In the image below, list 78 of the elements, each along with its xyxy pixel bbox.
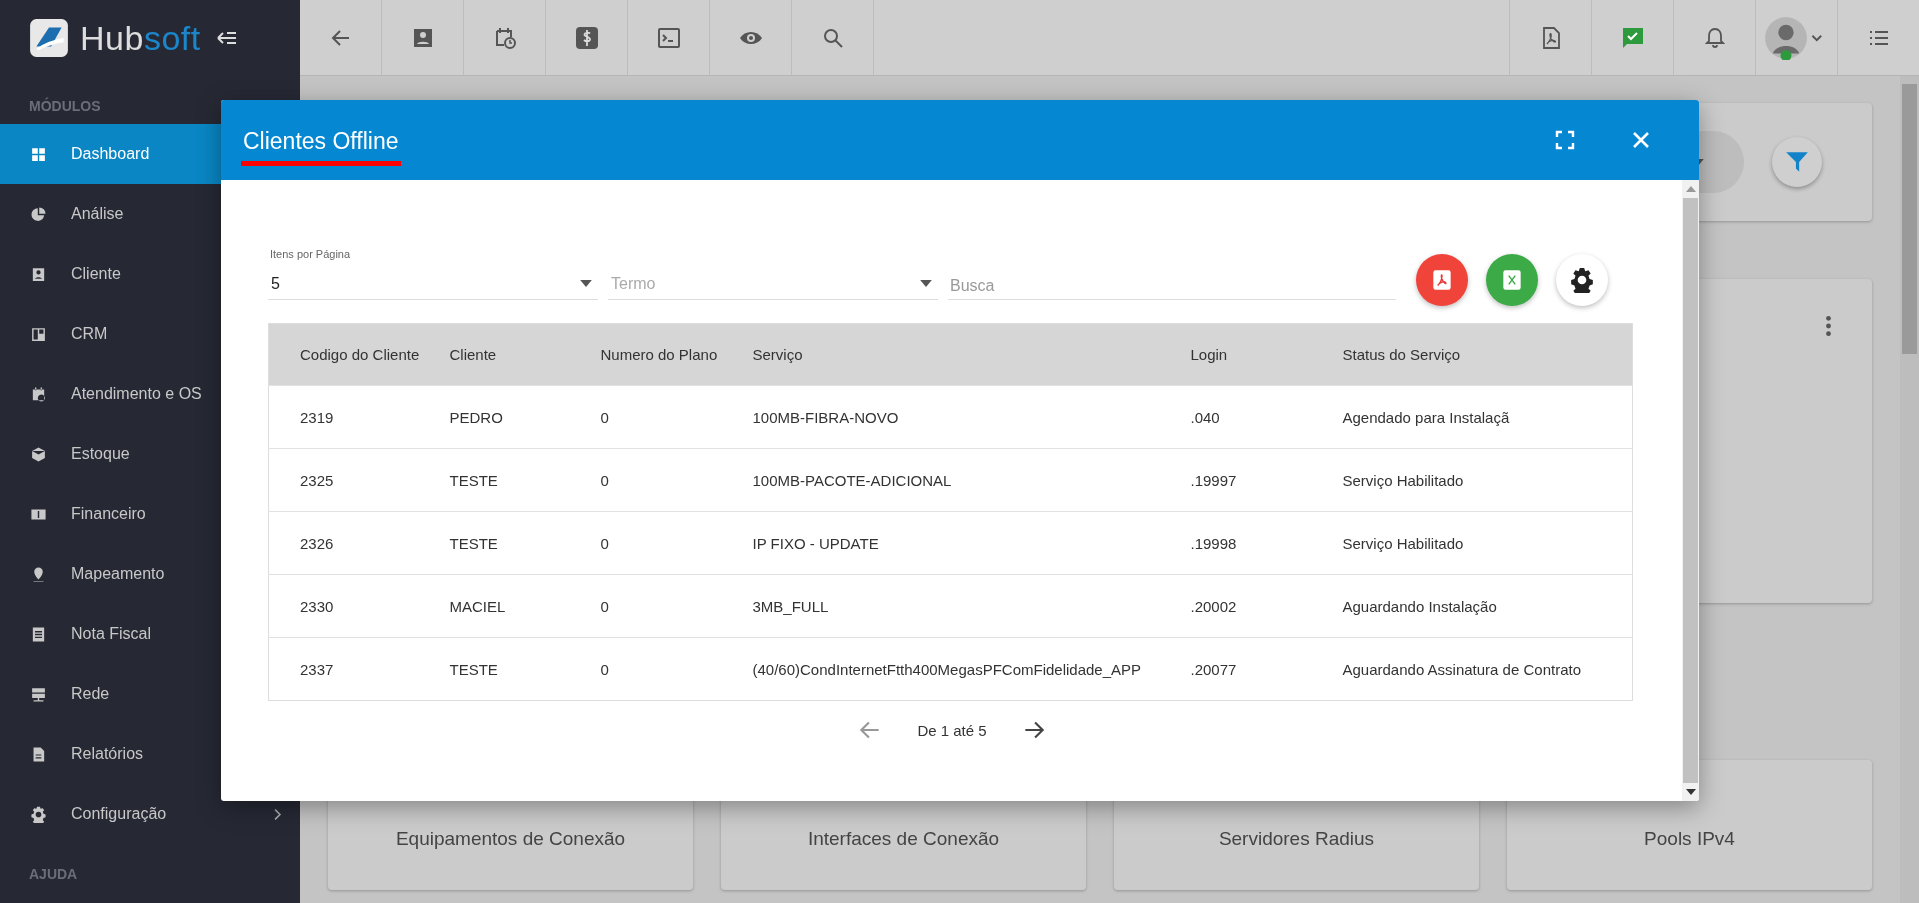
- table-cell: 2330: [268, 574, 450, 638]
- logo-icon: [28, 17, 70, 59]
- menu-icon: [30, 385, 47, 403]
- scroll-down-icon[interactable]: [1685, 789, 1696, 795]
- table-cell: IP FIXO - UPDATE: [752, 511, 1191, 575]
- fullscreen-icon[interactable]: [1555, 130, 1575, 150]
- stat-label: Pools IPv4: [1644, 828, 1735, 850]
- stat-label: Equipamentos de Conexão: [395, 828, 626, 850]
- sidebar-item[interactable]: Configuração: [0, 784, 300, 844]
- table-cell: TESTE: [449, 637, 601, 701]
- menu-icon: [30, 685, 47, 703]
- settings-icon: [1569, 267, 1595, 293]
- menu-icon: [30, 205, 47, 223]
- sidebar-item[interactable]: Relatórios: [0, 724, 300, 784]
- modal-title: Clientes Offline: [241, 124, 401, 166]
- menu-icon: [30, 625, 47, 643]
- more-options-icon[interactable]: [1825, 315, 1832, 337]
- table-cell: .20002: [1190, 574, 1343, 638]
- export-pdf-button[interactable]: [1416, 254, 1468, 306]
- table-cell: Agendado para Instalaçã: [1342, 385, 1633, 449]
- menu-icon: [30, 325, 47, 343]
- table-cell: PEDRO: [449, 385, 601, 449]
- column-header: Serviço: [752, 323, 1191, 386]
- table-cell: 2319: [268, 385, 450, 449]
- caret-icon: [920, 280, 932, 287]
- table-cell: .20077: [1190, 637, 1343, 701]
- column-header: Numero do Plano: [600, 323, 753, 386]
- collapse-menu-icon[interactable]: [216, 30, 237, 46]
- terminal-icon: [656, 25, 681, 50]
- table-cell: TESTE: [449, 511, 601, 575]
- scroll-up-icon[interactable]: [1685, 186, 1696, 192]
- caret-icon: [580, 280, 592, 287]
- sidebar-item[interactable]: Análise: [0, 184, 300, 244]
- menu-icon: [30, 805, 47, 823]
- table-cell: .19997: [1190, 448, 1343, 512]
- table-cell: 100MB-PACOTE-ADICIONAL: [752, 448, 1191, 512]
- export-excel-button[interactable]: [1486, 254, 1538, 306]
- filter-button[interactable]: [1772, 137, 1822, 187]
- table-cell: 0: [600, 574, 753, 638]
- pagination-text: De 1 até 5: [917, 721, 987, 739]
- table-cell: Aguardando Assinatura de Contrato: [1342, 637, 1633, 701]
- table-cell: 2337: [268, 637, 450, 701]
- table-cell: MACIEL: [449, 574, 601, 638]
- section-heading: MÓDULOS: [28, 96, 102, 116]
- table-cell: 0: [600, 637, 753, 701]
- stat-label: Interfaces de Conexão: [807, 828, 1000, 850]
- column-header: Codigo do Cliente: [268, 323, 450, 386]
- chat-check-icon: [1620, 25, 1645, 50]
- scrollbar-thumb[interactable]: [1683, 198, 1698, 783]
- logo-text: Hubsoft: [80, 18, 201, 58]
- table-cell: Serviço Habilitado: [1342, 511, 1633, 575]
- scrollbar-thumb[interactable]: [1902, 84, 1917, 354]
- table-cell: (40/60)CondInternetFtth400MegasPFComFidelidade_APP: [752, 637, 1191, 701]
- section-heading: AJUDA: [28, 865, 79, 884]
- column-header: Cliente: [449, 323, 601, 386]
- table-cell: TESTE: [449, 448, 601, 512]
- stat-label: Servidores Radius: [1218, 828, 1375, 850]
- table-cell: 3MB_FULL: [752, 574, 1191, 638]
- menu-icon: [30, 445, 47, 463]
- settings-button[interactable]: [1556, 254, 1608, 306]
- table-cell: 2326: [268, 511, 450, 575]
- table-cell: .040: [1190, 385, 1343, 449]
- bell-icon: [1702, 25, 1727, 50]
- close-icon[interactable]: [1631, 130, 1651, 150]
- table-cell: 100MB-FIBRA-NOVO: [752, 385, 1191, 449]
- menu-icon: [30, 265, 47, 283]
- table-cell: 0: [600, 448, 753, 512]
- items-per-page-select[interactable]: Itens por Página 5: [268, 248, 598, 300]
- table-cell: .19998: [1190, 511, 1343, 575]
- dollar-icon: [574, 25, 599, 50]
- table-cell: 0: [600, 511, 753, 575]
- table-cell: Aguardando Instalação: [1342, 574, 1633, 638]
- column-header: Login: [1190, 323, 1343, 386]
- column-header: Status do Serviço: [1342, 323, 1633, 386]
- menu-icon: [30, 145, 47, 163]
- table-cell: Serviço Habilitado: [1342, 448, 1633, 512]
- table-cell: 0: [600, 385, 753, 449]
- table-cell: 2325: [268, 448, 450, 512]
